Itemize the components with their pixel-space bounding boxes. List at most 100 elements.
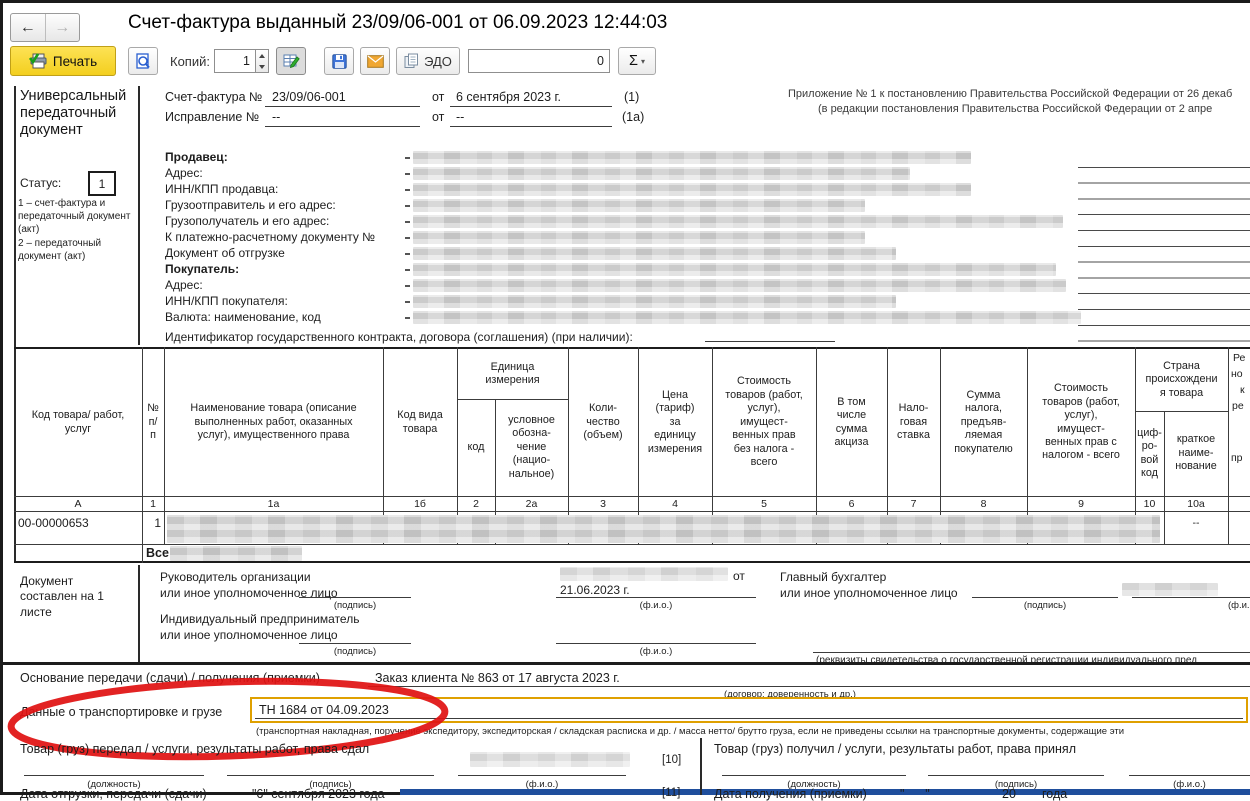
col-code: 8 <box>940 497 1027 511</box>
invoice-date: 6 сентября 2023 г. <box>456 90 561 104</box>
status-value: 1 <box>99 177 106 191</box>
col-code: 1б <box>383 497 457 511</box>
table-codes-row-bottom <box>14 511 1250 512</box>
col-header-name: Наименование товара (описание выполненны… <box>166 350 381 495</box>
accountant-sign-caption: (подпись) <box>972 600 1118 611</box>
print-button-label: Печать <box>53 54 97 69</box>
forward-button[interactable]: → <box>46 14 80 41</box>
status-label: Статус: <box>20 176 61 190</box>
col-header-reg-fragment: к <box>1240 384 1245 396</box>
stepper-up-icon[interactable] <box>259 54 265 58</box>
col-header-kind-code: Код вида товара <box>385 350 455 495</box>
entrepreneur-name-caption: (ф.и.о.) <box>556 646 756 657</box>
entrepreneur-name-underline <box>556 643 756 644</box>
col-code: 10а <box>1164 497 1228 511</box>
receive-date-year: 20 <box>1002 787 1016 801</box>
panel-divider <box>138 86 140 345</box>
col-header-country-name: краткое наиме- нование <box>1165 412 1227 495</box>
accountant-name-underline <box>1132 597 1250 598</box>
col-header-item-code: Код товара/ работ, услуг <box>16 350 140 495</box>
col-header-reg-fragment: ре <box>1232 400 1244 412</box>
head-signer-label-1: Руководитель организации <box>160 570 311 584</box>
col-header-line-no: № п/ п <box>143 350 163 495</box>
table-datarow-bottom <box>14 544 1250 545</box>
preview-button[interactable] <box>128 47 158 75</box>
proxy-doc-date: 21.06.2023 г. <box>560 583 630 597</box>
field-label-seller-inn: ИНН/КПП продавца: <box>165 182 278 196</box>
received-position-underline <box>722 775 906 776</box>
received-name-underline <box>1129 775 1250 776</box>
sigma-icon: Σ <box>629 53 638 69</box>
table-settings-button[interactable] <box>276 47 306 75</box>
head-sign-underline <box>299 597 411 598</box>
entrepreneur-label-1: Индивидуальный предприниматель <box>160 612 359 626</box>
col-header-unit-code: код <box>458 400 494 495</box>
line-no-value[interactable]: 1 <box>146 516 161 530</box>
floppy-disk-icon <box>332 54 347 69</box>
col-code: 1а <box>164 497 383 511</box>
head-name-caption: (ф.и.о.) <box>556 600 756 611</box>
appendix-line-2: (в редакции постановления Правительства … <box>818 103 1212 115</box>
redacted-value-row <box>405 311 1081 324</box>
correction-label: Исправление № <box>165 110 259 124</box>
redacted-value-row <box>405 231 865 244</box>
table-gridline <box>164 347 165 545</box>
col-code: 2а <box>495 497 568 511</box>
head-sign-caption: (подпись) <box>299 600 411 611</box>
edo-documents-icon <box>404 53 419 69</box>
stepper-down-icon[interactable] <box>259 65 265 69</box>
col-header-excise: В том числе сумма акциза <box>817 350 886 495</box>
redacted-value-row <box>405 215 1063 228</box>
invoice-date-underline <box>450 106 612 107</box>
copies-input[interactable]: 1 <box>214 49 256 73</box>
invoice-ref-1: (1) <box>624 90 639 104</box>
handed-sign-underline <box>227 775 434 776</box>
col-code: 9 <box>1027 497 1135 511</box>
correction-date-underline <box>450 126 612 127</box>
item-code-value[interactable]: 00-00000653 <box>18 516 89 530</box>
header-value-rules <box>1078 152 1250 342</box>
print-button[interactable]: Печать <box>10 46 116 76</box>
window-title: Счет-фактура выданный 23/09/06-001 от 06… <box>128 12 667 34</box>
preview-icon <box>135 53 151 70</box>
redacted-value-row <box>405 183 971 196</box>
col-code: 3 <box>568 497 638 511</box>
col-code: 10 <box>1135 497 1164 511</box>
col-header-reg-fragment: но <box>1231 368 1243 380</box>
window-border-top <box>0 0 1250 3</box>
forward-arrow-icon: → <box>54 19 70 37</box>
col-code: 4 <box>638 497 712 511</box>
save-button[interactable] <box>324 47 354 75</box>
basis-underline <box>368 686 1250 687</box>
redacted-value-row <box>405 279 1066 292</box>
status-note-1: 1 – счет-фактура и передаточный документ… <box>18 197 134 236</box>
email-button[interactable] <box>360 47 390 75</box>
invoice-from-label: от <box>432 90 444 104</box>
edo-button-label: ЭДО <box>424 54 452 69</box>
col-header-quantity: Коли- чество (объем) <box>569 350 637 495</box>
redacted-value-row <box>405 151 971 164</box>
accountant-label-2: или иное уполномоченное лицо <box>780 586 958 600</box>
col-code: 1 <box>142 497 164 511</box>
ref-10: [10] <box>662 754 681 766</box>
copies-stepper[interactable] <box>255 49 269 73</box>
redacted-total-data <box>170 546 302 561</box>
field-label-currency: Валюта: наименование, код <box>165 310 321 324</box>
edo-button[interactable]: ЭДО <box>396 47 460 75</box>
signature-panel-divider <box>138 565 140 662</box>
invoice-number-underline <box>265 106 420 107</box>
back-button[interactable]: ← <box>11 14 46 41</box>
sum-button[interactable]: Σ ▾ <box>618 47 656 75</box>
field-label-buyer-address: Адрес: <box>165 278 203 292</box>
field-label-consignor: Грузоотправитель и его адрес: <box>165 198 336 212</box>
handed-name-caption: (ф.и.о.) <box>458 779 626 790</box>
sigma-dropdown-arrow-icon: ▾ <box>641 57 645 66</box>
table-border-bottom <box>14 561 1250 563</box>
nav-button-group: ← → <box>10 13 80 42</box>
receive-date-quotes: " " <box>900 787 930 801</box>
redacted-proxy-doc <box>560 567 728 581</box>
proxy-doc-from: от <box>733 569 745 583</box>
field-label-buyer-inn: ИНН/КПП покупателя: <box>165 294 288 308</box>
appendix-line-1: Приложение № 1 к постановлению Правитель… <box>788 88 1232 100</box>
counter-field[interactable]: 0 <box>468 49 610 73</box>
